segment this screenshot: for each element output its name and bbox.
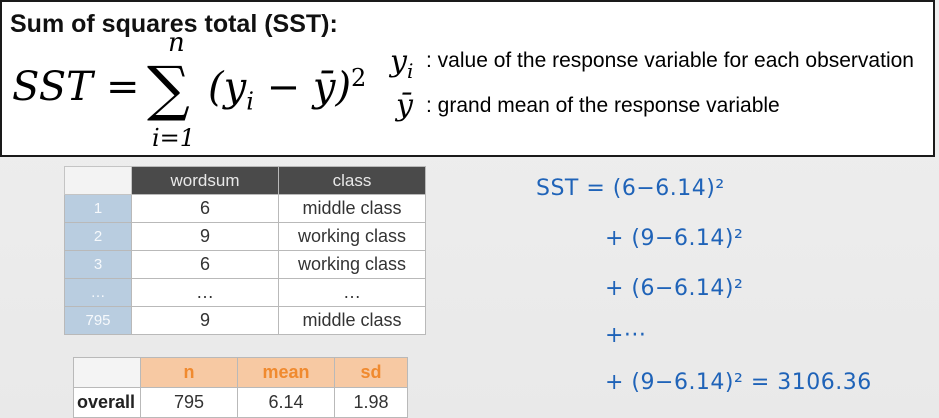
def-symbol-y: y — [390, 44, 407, 79]
sum-body-open: (y — [208, 64, 247, 111]
handwriting-line-1-text: SST = (6−6.14)² — [536, 176, 725, 201]
summary-mean: 6.14 — [237, 387, 335, 418]
handwriting-line-4-text: +··· — [605, 323, 647, 348]
summary-header-row: n mean sd — [73, 357, 408, 388]
handwriting-line-5-text: + (9−6.14)² = 3106.36 — [605, 370, 872, 395]
summary-header-n: n — [140, 357, 238, 388]
sum-body-sub: i — [246, 87, 254, 116]
cell-wordsum: 9 — [131, 222, 279, 251]
def-symbol-i: i — [406, 59, 414, 83]
handwriting-line-5: + (9−6.14)² = 3106.36 — [605, 370, 872, 395]
table-row: 2 9 working class — [64, 222, 426, 251]
cell-wordsum: 9 — [131, 306, 279, 335]
handwriting-line-2: + (9−6.14)² — [605, 226, 743, 251]
handwriting-line-4: +··· — [605, 323, 646, 348]
sst-lhs: SST — [12, 64, 93, 110]
handwriting-line-3: + (6−6.14)² — [605, 276, 743, 301]
header-cell-class: class — [278, 166, 426, 195]
sum-body: (yi − ȳ)2 — [208, 64, 366, 115]
row-index: 1 — [64, 194, 132, 223]
summary-n: 795 — [140, 387, 238, 418]
sum-body-minus: − ȳ) — [266, 64, 352, 111]
table-row: 3 6 working class — [64, 250, 426, 279]
summary-header-sd: sd — [334, 357, 408, 388]
cell-class: working class — [278, 250, 426, 279]
def-text-yi: : value of the response variable for eac… — [426, 49, 914, 72]
row-index: 3 — [64, 250, 132, 279]
summary-header-blank — [73, 357, 141, 388]
summary-label: overall — [73, 387, 141, 418]
def-symbol-ybar: ȳ — [396, 88, 413, 123]
cell-class: … — [278, 278, 426, 307]
row-index: … — [64, 278, 132, 307]
summary-table: n mean sd overall 795 6.14 1.98 — [73, 357, 408, 418]
sum-exponent: 2 — [351, 64, 367, 92]
table-row: … … … — [64, 278, 426, 307]
data-table: wordsum class 1 6 middle class 2 9 worki… — [64, 166, 426, 335]
lower-limit: i=1 — [152, 124, 196, 152]
summation-sigma: ∑ — [147, 54, 190, 124]
summary-header-mean: mean — [237, 357, 335, 388]
handwriting-line-1: SST = (6−6.14)² — [536, 176, 725, 201]
cell-wordsum: 6 — [131, 250, 279, 279]
header-cell-index — [64, 166, 132, 195]
row-index: 2 — [64, 222, 132, 251]
handwriting-line-2-text: + (9−6.14)² — [605, 226, 744, 251]
def-text-ybar: : grand mean of the response variable — [426, 94, 780, 117]
header-cell-wordsum: wordsum — [131, 166, 279, 195]
cell-class: middle class — [278, 194, 426, 223]
cell-wordsum: 6 — [131, 194, 279, 223]
equals-sign: = — [106, 64, 140, 110]
cell-class: middle class — [278, 306, 426, 335]
formula-box: Sum of squares total (SST): SST = n ∑ i=… — [0, 0, 935, 157]
row-index: 795 — [64, 306, 132, 335]
def-symbol-yi: yi — [390, 44, 413, 83]
table-row: 1 6 middle class — [64, 194, 426, 223]
table-row: 795 9 middle class — [64, 306, 426, 335]
cell-wordsum: … — [131, 278, 279, 307]
summary-sd: 1.98 — [334, 387, 408, 418]
summary-row: overall 795 6.14 1.98 — [73, 387, 408, 418]
data-table-header-row: wordsum class — [64, 166, 426, 195]
handwriting-line-3-text: + (6−6.14)² — [605, 276, 744, 301]
cell-class: working class — [278, 222, 426, 251]
